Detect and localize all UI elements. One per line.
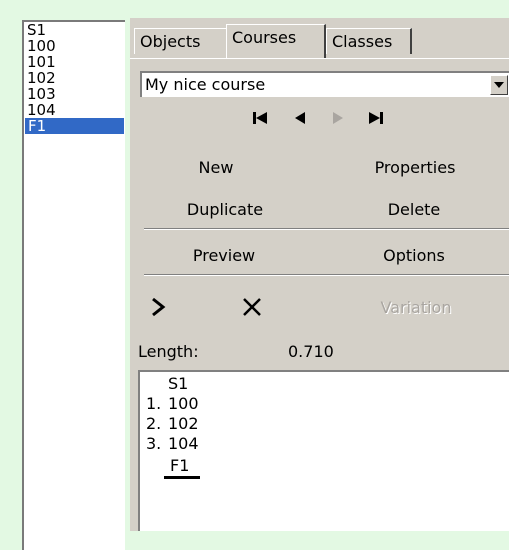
separator [144, 228, 509, 230]
close-icon [243, 298, 261, 316]
list-item[interactable]: 103 [24, 86, 125, 102]
list-item[interactable]: 104 [24, 102, 125, 118]
variation-button[interactable]: Variation [366, 298, 466, 317]
tab-objects[interactable]: Objects [134, 28, 228, 54]
tab-classes[interactable]: Classes [326, 28, 412, 54]
list-item[interactable]: 102 [24, 70, 125, 86]
control-code: 100 [168, 394, 199, 413]
control-list[interactable]: S1 100 101 102 103 104 F1 [22, 20, 125, 550]
course-select[interactable]: My nice course [140, 71, 509, 97]
previous-icon [295, 112, 305, 124]
options-button[interactable]: Options [368, 246, 460, 265]
previous-course-button[interactable] [288, 106, 312, 130]
chevron-down-icon [494, 82, 504, 88]
add-control-button[interactable] [144, 293, 172, 321]
last-course-button[interactable] [364, 106, 388, 130]
control-code: 104 [168, 434, 199, 453]
list-item-selected[interactable]: F1 [25, 118, 124, 134]
skip-last-icon [369, 112, 383, 124]
properties-button[interactable]: Properties [362, 158, 468, 177]
next-course-button[interactable] [326, 106, 350, 130]
separator [144, 274, 509, 276]
next-icon [333, 112, 343, 124]
delete-button[interactable]: Delete [368, 200, 460, 219]
new-button[interactable]: New [186, 158, 246, 177]
list-item[interactable]: 100 [24, 38, 125, 54]
dropdown-button[interactable] [490, 75, 508, 95]
duplicate-button[interactable]: Duplicate [170, 200, 280, 219]
tab-divider [130, 58, 509, 59]
chevron-right-icon [152, 297, 166, 317]
finish-underline [164, 476, 200, 479]
length-label: Length: [138, 342, 199, 361]
control-number: 2. [146, 414, 162, 433]
control-number: 3. [146, 434, 162, 453]
first-course-button[interactable] [248, 106, 272, 130]
remove-control-button[interactable] [238, 293, 266, 321]
list-item[interactable]: S1 [24, 22, 125, 38]
control-number: 1. [146, 394, 162, 413]
start-control: S1 [168, 374, 189, 393]
course-select-value: My nice course [145, 75, 266, 94]
preview-button[interactable]: Preview [178, 246, 270, 265]
skip-first-icon [253, 112, 267, 124]
course-description-area[interactable]: S1 1. 100 2. 102 3. 104 F1 [138, 370, 509, 531]
length-value: 0.710 [288, 342, 334, 361]
list-item[interactable]: 101 [24, 54, 125, 70]
tab-courses[interactable]: Courses [226, 24, 326, 58]
control-code: 102 [168, 414, 199, 433]
finish-control: F1 [170, 456, 190, 475]
